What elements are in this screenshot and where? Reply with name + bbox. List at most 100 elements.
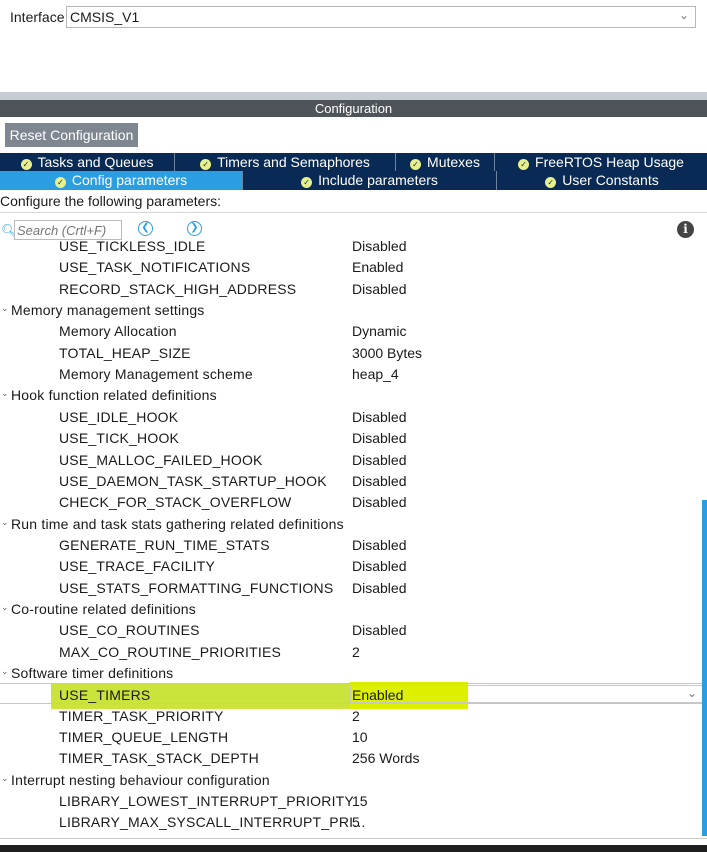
- check-circle-icon: ✓: [545, 177, 557, 188]
- parameter-name: GENERATE_RUN_TIME_STATS: [59, 536, 270, 553]
- tab-include-parameters[interactable]: ✓ Include parameters: [243, 171, 497, 190]
- parameter-value: Enabled: [352, 259, 404, 276]
- parameter-row[interactable]: GENERATE_RUN_TIME_STATS Disabled: [0, 534, 707, 555]
- splitter-band[interactable]: [0, 92, 707, 100]
- parameter-name: USE_DAEMON_TASK_STARTUP_HOOK: [59, 472, 327, 489]
- chevron-down-icon[interactable]: ⌄: [1, 773, 9, 784]
- parameter-row[interactable]: USE_TICK_HOOK Disabled: [0, 427, 707, 448]
- parameter-value: Disabled: [352, 494, 407, 511]
- parameter-row[interactable]: TIMER_TASK_STACK_DEPTH 256 Words: [0, 747, 707, 768]
- scrollbar[interactable]: [702, 500, 707, 836]
- check-circle-icon: ✓: [200, 159, 212, 170]
- tab-label: User Constants: [562, 172, 659, 188]
- tab-bar-bottom: ✓ Config parameters ✓ Include parameters ✓…: [0, 171, 707, 190]
- parameter-name: USE_TIMERS: [59, 687, 151, 704]
- group-label: Hook function related definitions: [11, 387, 217, 404]
- parameter-row[interactable]: TOTAL_HEAP_SIZE 3000 Bytes: [0, 342, 707, 363]
- parameter-row[interactable]: RECORD_STACK_HIGH_ADDRESS Disabled: [0, 278, 707, 299]
- parameter-row[interactable]: TIMER_QUEUE_LENGTH 10: [0, 726, 707, 747]
- next-match-icon[interactable]: ❯: [187, 221, 202, 236]
- interface-row: Interface CMSIS_V1 ⌄: [0, 0, 707, 92]
- parameter-name: LIBRARY_LOWEST_INTERRUPT_PRIORITY: [59, 793, 354, 810]
- parameter-row[interactable]: USE_TIMERS Enabled ⌄: [0, 683, 707, 705]
- reset-configuration-button[interactable]: Reset Configuration: [5, 123, 138, 147]
- tree-group[interactable]: ⌄ Run time and task stats gathering relat…: [0, 513, 707, 534]
- group-label: Memory management settings: [11, 302, 205, 319]
- parameter-value: 3000 Bytes: [352, 344, 423, 361]
- parameter-row[interactable]: MAX_CO_ROUTINE_PRIORITIES 2: [0, 641, 707, 662]
- tree-group[interactable]: ⌄ Interrupt nesting behaviour configurati…: [0, 769, 707, 790]
- interface-select[interactable]: CMSIS_V1 ⌄: [66, 6, 696, 28]
- check-circle-icon: ✓: [301, 177, 313, 188]
- parameter-row[interactable]: USE_TICKLESS_IDLE Disabled: [0, 236, 707, 256]
- configuration-header: Configuration: [0, 100, 707, 117]
- chevron-down-icon[interactable]: ⌄: [1, 303, 9, 314]
- parameter-value: Disabled: [352, 579, 407, 596]
- parameter-row[interactable]: USE_DAEMON_TASK_STARTUP_HOOK Disabled: [0, 470, 707, 491]
- parameter-name: USE_CO_ROUTINES: [59, 622, 200, 639]
- parameter-name: TOTAL_HEAP_SIZE: [59, 344, 191, 361]
- parameter-row[interactable]: Memory Allocation Dynamic: [0, 320, 707, 341]
- parameter-row[interactable]: USE_MALLOC_FAILED_HOOK Disabled: [0, 449, 707, 470]
- parameter-name: TIMER_TASK_STACK_DEPTH: [59, 750, 259, 767]
- parameter-row[interactable]: USE_IDLE_HOOK Disabled: [0, 406, 707, 427]
- tab-user-constants[interactable]: ✓ User Constants: [497, 171, 707, 190]
- parameter-row[interactable]: USE_CO_ROUTINES Disabled: [0, 619, 707, 640]
- status-strip: [0, 845, 707, 852]
- parameter-name: LIBRARY_MAX_SYSCALL_INTERRUPT_PRI...: [59, 814, 366, 831]
- chevron-down-icon[interactable]: ⌄: [1, 388, 9, 399]
- tab-freertos-heap-usage[interactable]: ✓ FreeRTOS Heap Usage: [495, 153, 707, 171]
- check-circle-icon: ✓: [410, 159, 422, 170]
- parameter-row[interactable]: CHECK_FOR_STACK_OVERFLOW Disabled: [0, 491, 707, 512]
- divider: [0, 212, 707, 213]
- interface-value: CMSIS_V1: [70, 9, 140, 25]
- check-circle-icon: ✓: [54, 177, 66, 188]
- parameter-value: 2: [352, 707, 360, 724]
- parameter-tree: USE_TICKLESS_IDLE Disabled USE_TASK_NOTIFI…: [0, 236, 707, 839]
- parameter-row[interactable]: LIBRARY_MAX_SYSCALL_INTERRUPT_PRI... 5: [0, 811, 707, 832]
- chevron-down-icon[interactable]: ⌄: [1, 602, 9, 613]
- parameter-value: 5: [352, 814, 360, 831]
- chevron-down-icon[interactable]: ⌄: [1, 517, 9, 528]
- tab-label: Config parameters: [71, 172, 188, 188]
- chevron-down-icon[interactable]: ⌄: [1, 666, 9, 677]
- tree-group[interactable]: ⌄ Software timer definitions: [0, 662, 707, 683]
- parameter-value: Disabled: [352, 451, 407, 468]
- parameter-name: USE_TRACE_FACILITY: [59, 558, 216, 575]
- parameter-name: Memory Management scheme: [59, 366, 253, 383]
- tab-label: Timers and Semaphores: [217, 154, 370, 170]
- tab-timers-and-semaphores[interactable]: ✓ Timers and Semaphores: [175, 153, 396, 171]
- parameter-value: Disabled: [352, 558, 407, 575]
- parameter-value: Disabled: [352, 430, 407, 447]
- tab-mutexes[interactable]: ✓ Mutexes: [396, 153, 495, 171]
- parameter-row[interactable]: USE_TRACE_FACILITY Disabled: [0, 555, 707, 576]
- interface-label: Interface: [10, 9, 65, 25]
- divider: [0, 838, 707, 839]
- tree-group[interactable]: ⌄ Memory management settings: [0, 299, 707, 320]
- check-circle-icon: ✓: [20, 159, 32, 170]
- parameter-row[interactable]: LIBRARY_LOWEST_INTERRUPT_PRIORITY 15: [0, 790, 707, 811]
- previous-match-icon[interactable]: ❮: [138, 221, 153, 236]
- tree-group[interactable]: ⌄ Hook function related definitions: [0, 384, 707, 405]
- tree-group[interactable]: ⌄ Co-routine related definitions: [0, 598, 707, 619]
- parameter-row[interactable]: Memory Management scheme heap_4: [0, 363, 707, 384]
- parameter-name: Memory Allocation: [59, 323, 177, 340]
- tab-config-parameters[interactable]: ✓ Config parameters: [0, 171, 243, 190]
- parameter-row[interactable]: TIMER_TASK_PRIORITY 2: [0, 705, 707, 726]
- chevron-down-icon: ⌄: [678, 8, 689, 22]
- tab-bar-top: ✓ Tasks and Queues ✓ Timers and Semaphores…: [0, 153, 707, 171]
- parameter-value: Disabled: [352, 622, 407, 639]
- parameter-name: USE_STATS_FORMATTING_FUNCTIONS: [59, 579, 334, 596]
- tab-label: Tasks and Queues: [37, 154, 154, 170]
- parameter-value: Disabled: [352, 238, 407, 254]
- group-label: Interrupt nesting behaviour configuratio…: [11, 771, 270, 788]
- tab-tasks-and-queues[interactable]: ✓ Tasks and Queues: [0, 153, 175, 171]
- parameter-value: Disabled: [352, 472, 407, 489]
- parameter-row[interactable]: USE_TASK_NOTIFICATIONS Enabled: [0, 256, 707, 277]
- value-dropdown[interactable]: ⌄: [350, 685, 703, 704]
- check-circle-icon: ✓: [518, 159, 530, 170]
- parameter-row[interactable]: USE_STATS_FORMATTING_FUNCTIONS Disabled: [0, 577, 707, 598]
- parameter-value: 15: [352, 793, 368, 810]
- parameter-name: CHECK_FOR_STACK_OVERFLOW: [59, 494, 292, 511]
- parameter-name: USE_IDLE_HOOK: [59, 408, 179, 425]
